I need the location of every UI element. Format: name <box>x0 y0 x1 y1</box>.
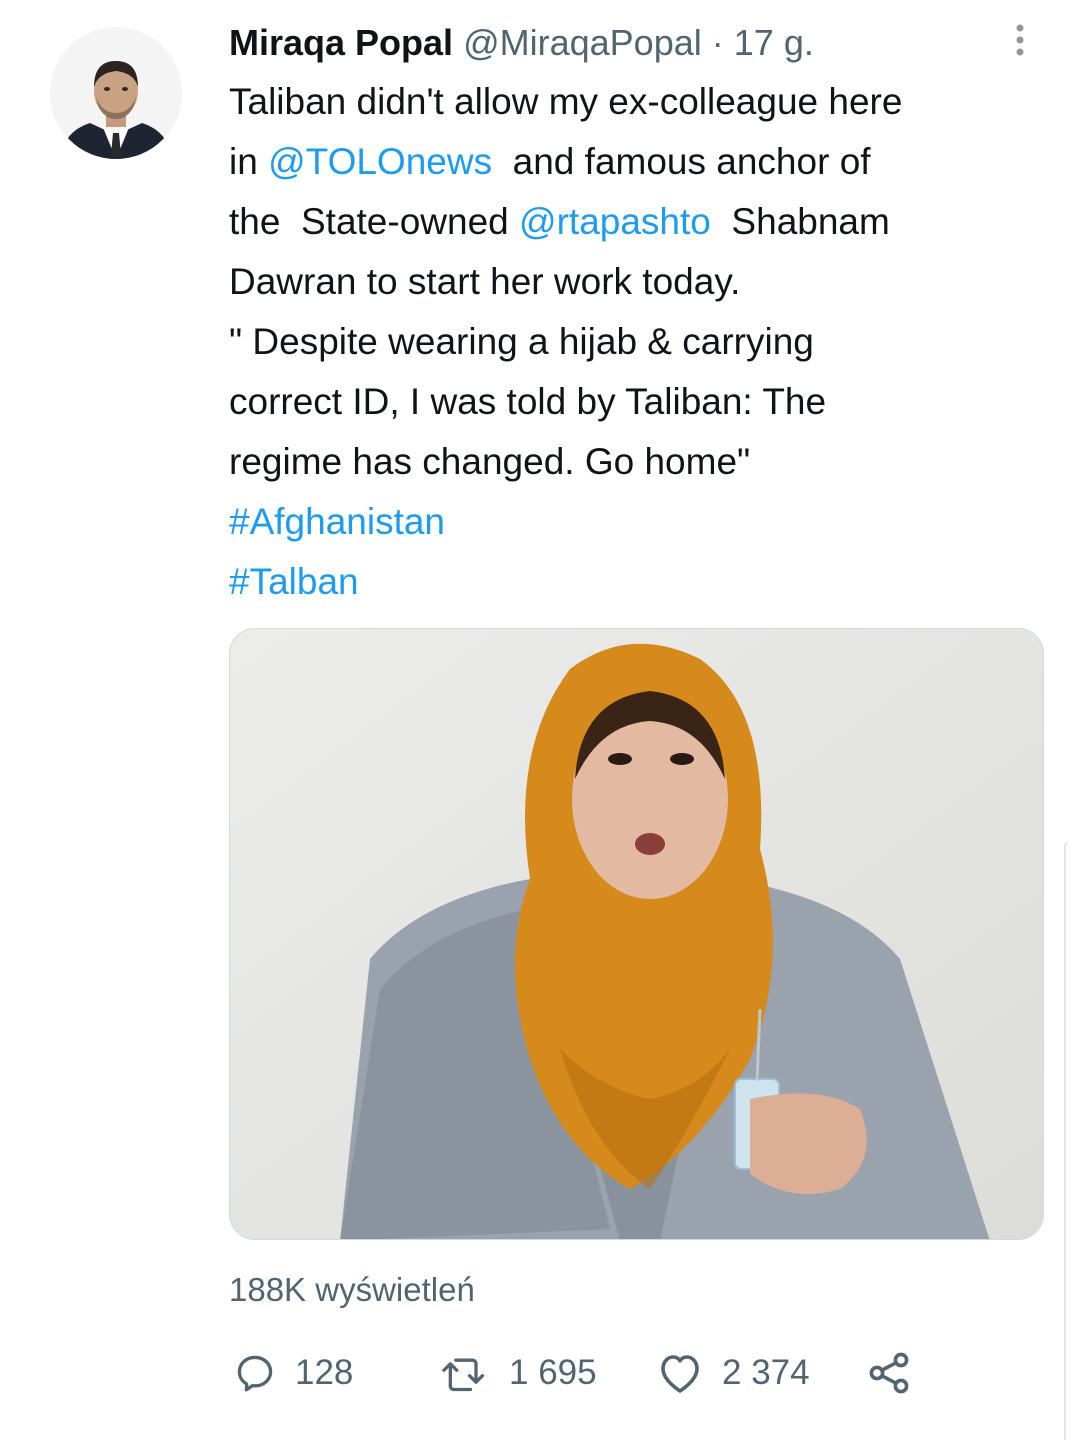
retweet-count: 1 695 <box>509 1353 597 1392</box>
tweet-text-segment: and famous anchor of <box>492 141 871 182</box>
tweet-media-video[interactable] <box>229 628 1044 1240</box>
tweet-text-segment: regime has changed. Go home" <box>229 441 751 482</box>
tweet-text-line: in @TOLOnews and famous anchor of <box>229 132 1059 192</box>
tweet-timestamp[interactable]: 17 g. <box>734 22 814 63</box>
reply-button[interactable]: 128 <box>233 1345 353 1401</box>
tweet-text-segment: correct ID, I was told by Taliban: The <box>229 381 827 422</box>
more-options-icon[interactable] <box>1000 20 1040 60</box>
share-button[interactable] <box>865 1345 913 1401</box>
tweet-actions: 128 1 695 2 374 <box>229 1345 1029 1401</box>
tweet-text-line: regime has changed. Go home" <box>229 432 1059 492</box>
tweet-text-line: #Talban <box>229 552 1059 612</box>
tweet-text-line: the State-owned @rtapashto Shabnam <box>229 192 1059 252</box>
share-icon <box>869 1352 909 1394</box>
retweet-icon <box>442 1358 485 1392</box>
tweet-text-line: Dawran to start her work today. <box>229 252 1059 312</box>
tweet-text-segment: " Despite wearing a hijab & carrying <box>229 321 814 362</box>
scrollbar[interactable] <box>1064 840 1071 1440</box>
tweet-text-segment: Shabnam <box>710 201 890 242</box>
avatar-photo-icon <box>50 27 182 159</box>
hashtag-link[interactable]: #Afghanistan <box>229 501 445 542</box>
mention-link[interactable]: @TOLOnews <box>268 141 492 182</box>
tweet-text-line: " Despite wearing a hijab & carrying <box>229 312 1059 372</box>
tweet-header: Miraqa Popal @MiraqaPopal · 17 g. <box>229 20 814 66</box>
author-avatar[interactable] <box>50 27 182 159</box>
like-button[interactable]: 2 374 <box>656 1345 810 1401</box>
tweet-text-segment: Taliban didn't allow my ex-colleague her… <box>229 81 903 122</box>
like-count: 2 374 <box>722 1353 810 1392</box>
author-name[interactable]: Miraqa Popal <box>229 22 453 63</box>
reply-icon <box>237 1355 273 1392</box>
tweet-text-line: Taliban didn't allow my ex-colleague her… <box>229 72 1059 132</box>
retweet-button[interactable]: 1 695 <box>439 1345 597 1401</box>
hashtag-link[interactable]: #Talban <box>229 561 359 602</box>
tweet-text-segment: in <box>229 141 269 182</box>
tweet-text-segment: Dawran to start her work today. <box>229 261 741 302</box>
tweet-text-segment: the State-owned <box>229 201 520 242</box>
tweet-text-line: #Afghanistan <box>229 492 1059 552</box>
heart-icon <box>661 1355 699 1393</box>
video-still-icon <box>230 629 1043 1239</box>
author-handle[interactable]: @MiraqaPopal <box>463 22 702 63</box>
mention-link[interactable]: @rtapashto <box>519 201 711 242</box>
tweet-text-line: correct ID, I was told by Taliban: The <box>229 372 1059 432</box>
view-count: 188K wyświetleń <box>229 1271 475 1308</box>
reply-count: 128 <box>295 1353 354 1392</box>
tweet-text: Taliban didn't allow my ex-colleague her… <box>229 72 1059 612</box>
header-separator: · <box>711 22 724 63</box>
